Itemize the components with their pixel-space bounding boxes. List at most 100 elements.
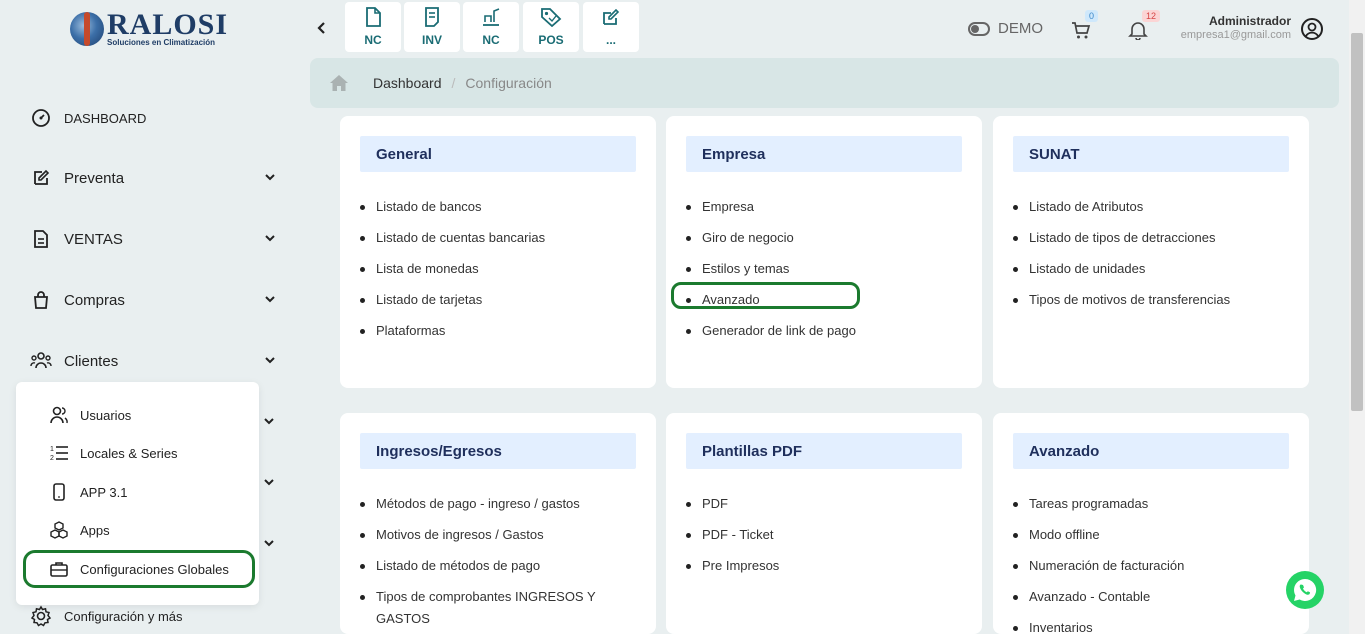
submenu-item-app[interactable]: APP 3.1: [48, 478, 127, 506]
sidebar-item-preventa[interactable]: Preventa: [30, 163, 280, 193]
sidebar-item-configuracion[interactable]: Configuración y más: [30, 601, 280, 631]
chevron-down-icon[interactable]: [263, 415, 275, 430]
cart-count-badge: 0: [1085, 10, 1099, 22]
submenu-item-usuarios[interactable]: Usuarios: [48, 401, 131, 429]
breadcrumb-dashboard[interactable]: Dashboard: [373, 75, 442, 91]
svg-text:2: 2: [50, 455, 54, 462]
sidebar-item-label: DASHBOARD: [64, 110, 147, 126]
collapse-sidebar-button[interactable]: [311, 18, 331, 38]
quick-button-label: ...: [605, 33, 616, 47]
sidebar-item-label: Preventa: [64, 169, 125, 187]
list-item[interactable]: Listado de Atributos: [1013, 196, 1293, 218]
submenu-item-label: Apps: [80, 522, 110, 538]
breadcrumb: Dashboard / Configuración: [310, 58, 1339, 108]
mobile-phone-icon: [48, 481, 70, 503]
edit-icon: [601, 7, 621, 30]
list-item[interactable]: Tareas programadas: [1013, 493, 1293, 515]
sidebar-item-label: Clientes: [64, 352, 119, 370]
scrollbar[interactable]: [1349, 0, 1365, 634]
card-list: Listado de Atributos Listado de tipos de…: [1013, 196, 1293, 320]
highlight-ring: [23, 550, 255, 588]
list-item[interactable]: Avanzado - Contable: [1013, 586, 1293, 608]
chevron-down-icon[interactable]: [263, 537, 275, 552]
card-general: General Listado de bancos Listado de cue…: [340, 116, 656, 388]
list-item[interactable]: Listado de tarjetas: [360, 289, 640, 311]
user-avatar-icon[interactable]: [1300, 17, 1324, 41]
chevron-down-icon: [264, 354, 276, 369]
gear-icon: [30, 605, 52, 627]
quick-button-label: NC: [482, 33, 500, 47]
list-item[interactable]: Listado de bancos: [360, 196, 640, 218]
user-info[interactable]: Administrador empresa1@gmail.com: [1181, 14, 1291, 41]
sidebar-item-dashboard[interactable]: DASHBOARD: [30, 103, 280, 133]
demo-toggle[interactable]: DEMO: [968, 20, 1043, 37]
list-item[interactable]: PDF: [686, 493, 966, 515]
list-item[interactable]: Generador de link de pago: [686, 320, 966, 342]
submenu-item-label: Usuarios: [80, 407, 132, 423]
card-title: Ingresos/Egresos: [360, 433, 636, 469]
sidebar-item-ventas[interactable]: VENTAS: [30, 224, 280, 254]
list-item[interactable]: Métodos de pago - ingreso / gastos: [360, 493, 640, 515]
list-item[interactable]: Numeración de facturación: [1013, 555, 1293, 577]
quick-button-label: POS: [538, 33, 564, 47]
list-item[interactable]: Listado de métodos de pago: [360, 555, 640, 577]
toggle-icon: [968, 21, 990, 36]
submenu-item-apps[interactable]: Apps: [48, 516, 110, 544]
users-icon: [30, 350, 52, 372]
user-email: empresa1@gmail.com: [1180, 29, 1291, 41]
cart-icon: [1072, 22, 1091, 39]
quick-nc-button[interactable]: NC: [345, 2, 401, 52]
whatsapp-button[interactable]: [1286, 571, 1324, 609]
list-item[interactable]: Listado de tipos de detracciones: [1013, 227, 1293, 249]
submenu-item-locales-series[interactable]: 12 Locales & Series: [48, 439, 178, 467]
edit-icon: [30, 167, 52, 189]
users-icon: [48, 404, 70, 426]
card-avanzado: Avanzado Tareas programadas Modo offline…: [993, 413, 1309, 634]
card-title: SUNAT: [1013, 136, 1289, 172]
receipt-icon: [423, 7, 441, 30]
list-item[interactable]: Pre Impresos: [686, 555, 966, 577]
list-item[interactable]: Empresa: [686, 196, 966, 218]
list-item[interactable]: Tipos de comprobantes INGRESOS Y GASTOS: [360, 586, 640, 630]
list-item[interactable]: Plataformas: [360, 320, 640, 342]
quick-button-label: NC: [364, 33, 382, 47]
brand-logo[interactable]: RALOSI Soluciones en Climatización: [70, 9, 232, 48]
list-item[interactable]: Giro de negocio: [686, 227, 966, 249]
list-item[interactable]: Motivos de ingresos / Gastos: [360, 524, 640, 546]
sidebar-item-label: Compras: [64, 291, 125, 309]
chevron-down-icon[interactable]: [263, 476, 275, 491]
notifications-button[interactable]: 12: [1126, 10, 1161, 42]
card-list: Tareas programadas Modo offline Numeraci…: [1013, 493, 1293, 634]
card-title: Plantillas PDF: [686, 433, 962, 469]
quick-pos-button[interactable]: POS: [523, 2, 579, 52]
chevron-down-icon: [264, 293, 276, 308]
list-item[interactable]: Lista de monedas: [360, 258, 640, 280]
tag-icon: [540, 7, 562, 30]
list-item[interactable]: Estilos y temas: [686, 258, 966, 280]
breadcrumb-separator: /: [451, 75, 456, 91]
list-item[interactable]: Tipos de motivos de transferencias: [1013, 289, 1293, 311]
numbered-list-icon: 12: [48, 442, 70, 464]
logo-tagline: Soluciones en Climatización: [107, 37, 216, 47]
list-item[interactable]: Listado de cuentas bancarias: [360, 227, 640, 249]
notifications-count-badge: 12: [1142, 10, 1161, 22]
list-item[interactable]: Listado de unidades: [1013, 258, 1293, 280]
chevron-left-icon: [317, 22, 325, 34]
breadcrumb-current: Configuración: [465, 75, 552, 91]
submenu-item-label: Locales & Series: [80, 445, 178, 461]
sidebar-item-label: Configuración y más: [64, 608, 183, 624]
list-item[interactable]: PDF - Ticket: [686, 524, 966, 546]
quick-nc2-button[interactable]: NC: [463, 2, 519, 52]
svg-text:1: 1: [50, 446, 54, 453]
quick-more-button[interactable]: ...: [583, 2, 639, 52]
card-empresa: Empresa Empresa Giro de negocio Estilos …: [666, 116, 982, 388]
list-item[interactable]: Inventarios: [1013, 617, 1293, 634]
sidebar-item-clientes[interactable]: Clientes: [30, 346, 280, 376]
cart-button[interactable]: 0: [1069, 10, 1099, 42]
chevron-down-icon: [264, 171, 276, 186]
scrollbar-thumb[interactable]: [1351, 33, 1363, 411]
home-icon[interactable]: [329, 73, 349, 93]
list-item[interactable]: Modo offline: [1013, 524, 1293, 546]
sidebar-item-compras[interactable]: Compras: [30, 285, 280, 315]
quick-inv-button[interactable]: INV: [404, 2, 460, 52]
